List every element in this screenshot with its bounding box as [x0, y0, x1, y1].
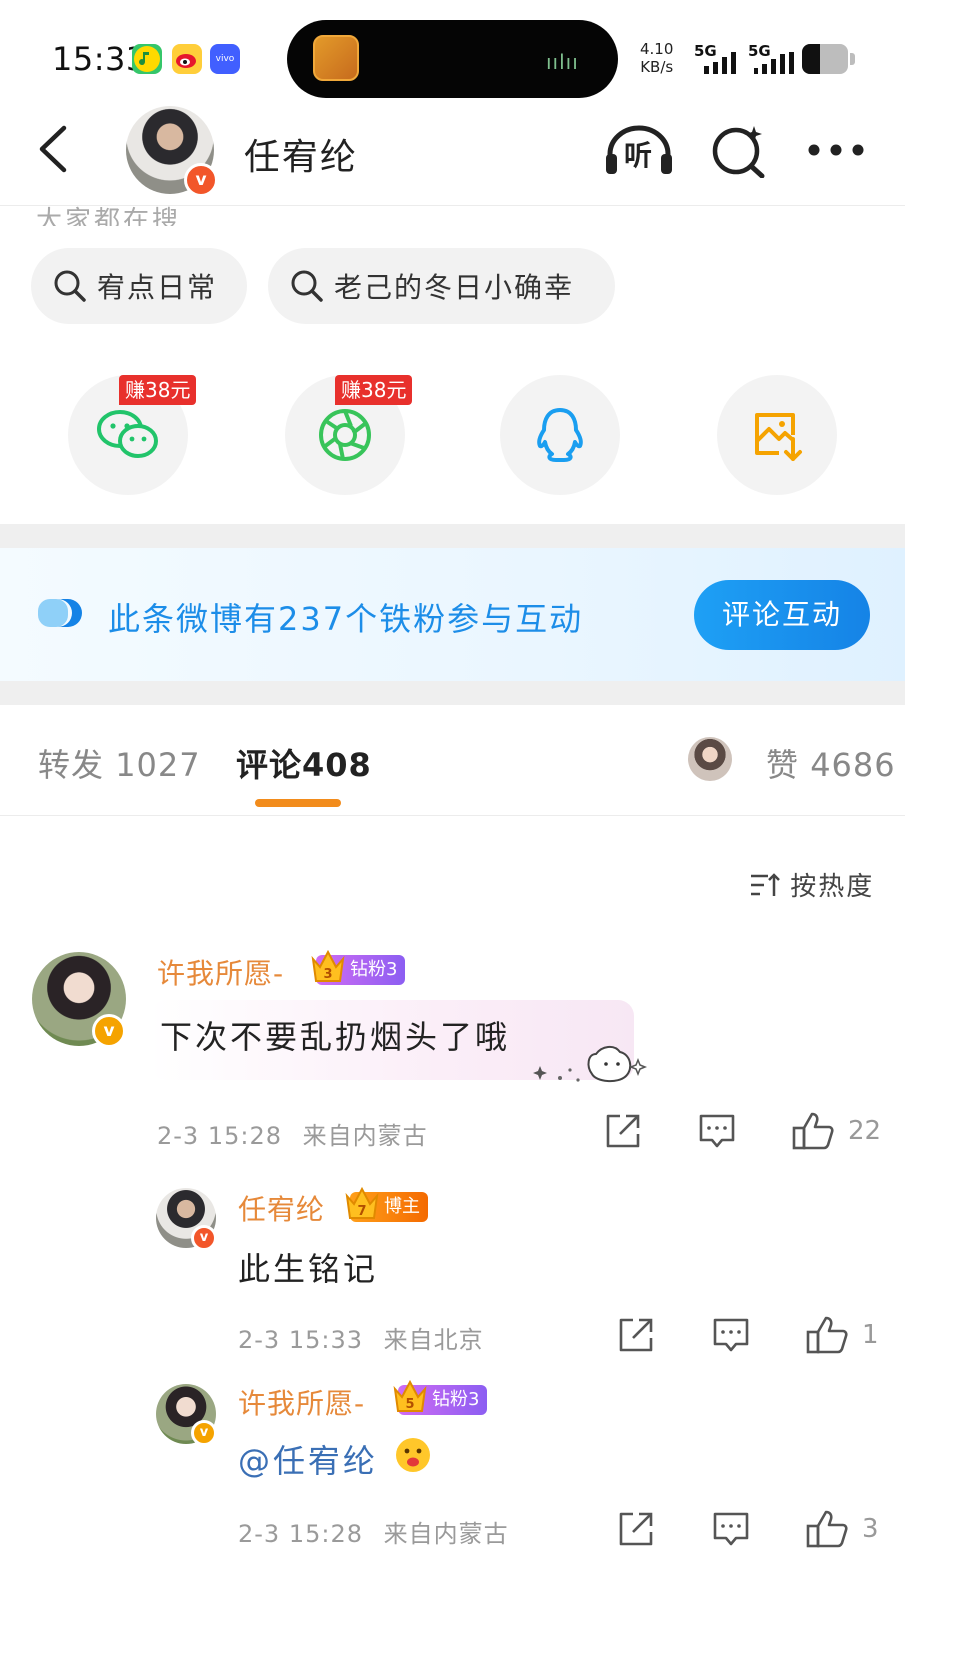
- crown-icon: 5: [393, 1379, 427, 1412]
- verified-badge-icon: v: [191, 1420, 217, 1446]
- wechat-icon: [97, 410, 158, 458]
- badge-level-number: 5: [405, 1397, 414, 1412]
- network-speed-value: 4.10: [640, 40, 674, 58]
- share-icon[interactable]: [617, 1510, 655, 1548]
- comment-username[interactable]: 许我所愿-: [157, 952, 284, 992]
- fan-play-icon: [38, 599, 82, 627]
- comment-text: 下次不要乱扔烟头了哦: [160, 1018, 511, 1056]
- reply-meta: 2-3 15:33 来自北京: [238, 1320, 484, 1355]
- emoji-face-icon: [396, 1438, 430, 1472]
- reward-tag: 赚38元: [119, 375, 197, 405]
- save-image-button[interactable]: [717, 375, 837, 495]
- reply-location: 来自北京: [383, 1326, 484, 1354]
- reply-text: 此生铭记: [238, 1250, 379, 1288]
- vivo-icon: vivo: [210, 44, 240, 74]
- network-speed: 4.10 KB/s: [640, 40, 673, 76]
- comment-meta: 2-3 15:28 来自内蒙古: [157, 1116, 428, 1151]
- tab-comments-label: 评论: [236, 746, 303, 784]
- listen-button[interactable]: 听: [604, 124, 674, 182]
- section-divider: [0, 681, 905, 705]
- sort-label: 按热度: [790, 872, 875, 902]
- chevron-left-icon[interactable]: [36, 124, 70, 174]
- search-sparkle-icon[interactable]: [710, 124, 768, 178]
- comment-interact-button[interactable]: 评论互动: [694, 580, 870, 650]
- reply-username[interactable]: 任宥纶: [238, 1188, 325, 1228]
- share-icon[interactable]: [604, 1112, 642, 1150]
- badge-level-number: 3: [323, 967, 332, 982]
- tab-repost-count: 1027: [115, 746, 201, 784]
- signal-bars-icon: [704, 52, 736, 74]
- thumbs-up-icon[interactable]: [806, 1314, 848, 1354]
- reply-like-count: 1: [862, 1320, 879, 1350]
- reward-tag: 赚38元: [335, 375, 413, 405]
- reply-username[interactable]: 许我所愿-: [238, 1382, 365, 1422]
- blogger-badge-label: 博主: [384, 1196, 420, 1217]
- search-icon: [54, 270, 86, 302]
- tab-repost[interactable]: 转发 1027: [38, 740, 201, 786]
- more-dots-icon[interactable]: [808, 142, 864, 158]
- fan-badge-label: 钻粉3: [432, 1389, 480, 1410]
- reply-meta: 2-3 15:28 来自内蒙古: [238, 1514, 509, 1549]
- comment-location: 来自内蒙古: [302, 1122, 428, 1150]
- reply-location: 来自内蒙古: [383, 1520, 509, 1548]
- sort-by-hot-button[interactable]: 按热度: [750, 866, 874, 903]
- fan-level-badge[interactable]: 3 钻粉3: [311, 949, 406, 985]
- comment-icon[interactable]: [712, 1316, 750, 1354]
- reply-like-count: 3: [862, 1514, 879, 1544]
- comment-icon[interactable]: [712, 1510, 750, 1548]
- tab-comments-count: 408: [302, 746, 372, 784]
- reply-time: 2-3 15:33: [238, 1326, 363, 1354]
- save-image-icon: [755, 413, 802, 461]
- verified-badge-icon: v: [191, 1225, 217, 1251]
- share-qq-button[interactable]: [500, 375, 620, 495]
- comment-icon[interactable]: [698, 1112, 736, 1150]
- fan-level-badge[interactable]: 5 钻粉3: [393, 1379, 488, 1415]
- crown-icon: 7: [345, 1186, 379, 1219]
- signal-bars-2-icon: [754, 52, 794, 74]
- tab-likes[interactable]: 赞 4686: [766, 740, 896, 786]
- search-icon: [291, 270, 323, 302]
- sort-icon: [751, 873, 780, 896]
- tab-comments[interactable]: 评论408: [236, 740, 372, 786]
- fan-interaction-text: 此条微博有237个铁粉参与互动: [108, 600, 584, 638]
- thumbs-up-icon[interactable]: [806, 1508, 848, 1548]
- battery-level: [802, 44, 820, 74]
- active-tab-indicator: [255, 799, 341, 807]
- moments-icon: [319, 409, 371, 461]
- audio-wave-icon: ıılıı: [546, 50, 579, 74]
- music-cover-thumbnail[interactable]: [313, 35, 359, 81]
- blogger-badge[interactable]: 7 博主: [345, 1186, 428, 1222]
- weibo-icon: [172, 44, 202, 74]
- search-chip-label: 老己的冬日小确幸: [334, 271, 575, 304]
- tab-likes-label: 赞: [766, 746, 800, 784]
- tabs-divider: [0, 815, 905, 816]
- badge-level-number: 7: [357, 1204, 366, 1219]
- reply-mention-text[interactable]: @任宥纶: [238, 1436, 378, 1482]
- listen-label: 听: [624, 139, 653, 172]
- fan-badge-label: 钻粉3: [350, 959, 398, 980]
- network-speed-unit: KB/s: [640, 58, 674, 76]
- verified-badge-icon: v: [184, 163, 218, 197]
- search-chip-1[interactable]: 宥点日常: [31, 248, 247, 324]
- battery-tip: [850, 53, 855, 65]
- qq-music-icon: [132, 44, 162, 74]
- comment-like-count: 22: [848, 1116, 882, 1146]
- tab-repost-label: 转发: [38, 746, 105, 784]
- qq-icon: [537, 408, 583, 462]
- page-title[interactable]: 任宥纶: [244, 128, 358, 180]
- crown-icon: 3: [311, 949, 345, 982]
- share-icon[interactable]: [617, 1316, 655, 1354]
- tab-likes-count: 4686: [810, 746, 896, 784]
- reply-time: 2-3 15:28: [238, 1520, 363, 1548]
- thumbs-up-icon[interactable]: [792, 1110, 834, 1150]
- verified-badge-icon: v: [92, 1014, 126, 1048]
- section-divider: [0, 524, 905, 548]
- search-chip-2[interactable]: 老己的冬日小确幸: [268, 248, 615, 324]
- sparkle-bear-sticker: [533, 1046, 648, 1082]
- search-chip-label: 宥点日常: [97, 271, 218, 304]
- comment-time: 2-3 15:28: [157, 1122, 282, 1150]
- liker-avatar[interactable]: [688, 737, 732, 781]
- faded-section-label: 大家都在搜: [36, 206, 182, 226]
